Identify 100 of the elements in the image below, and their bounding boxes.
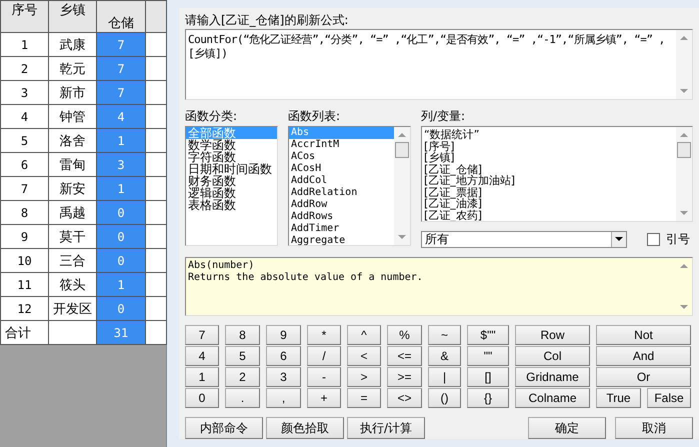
key-button[interactable]: , <box>266 388 301 408</box>
key-button[interactable]: * <box>307 325 341 345</box>
function-item[interactable]: AddRelation <box>289 187 394 200</box>
key-button[interactable]: >= <box>387 367 422 387</box>
dropdown-icon <box>615 237 623 242</box>
function-item[interactable]: AddTimer <box>289 223 394 236</box>
scroll-down-icon[interactable] <box>398 235 406 240</box>
key-button[interactable]: ^ <box>347 325 381 345</box>
key-button[interactable]: > <box>347 367 381 387</box>
key-button[interactable]: 9 <box>266 325 301 345</box>
table-cell: 2 <box>0 56 48 80</box>
variable-item[interactable]: [乙证_农药] <box>422 210 676 222</box>
key-button[interactable]: / <box>307 346 341 366</box>
function-list[interactable]: Abs AccrIntM ACos ACosH AddCol AddRelation AddRow AddRows AddTimer Aggregate <box>288 126 411 246</box>
table-cell: 9 <box>0 224 48 248</box>
key-button[interactable]: () <box>428 388 461 408</box>
table-cell: 1 <box>0 32 48 56</box>
dialog-button[interactable]: 确定 <box>528 417 606 439</box>
key-button[interactable]: Col <box>515 346 590 366</box>
key-button[interactable]: - <box>307 367 341 387</box>
category-list[interactable]: 全部函数 数学函数 字符函数 日期和时间函数 财务函数 逻辑函数 表格函数 <box>185 126 278 246</box>
key-button[interactable]: 5 <box>225 346 260 366</box>
table-cell: 7 <box>0 176 48 200</box>
function-item[interactable]: ACos <box>289 151 394 164</box>
scroll-thumb[interactable] <box>677 142 691 158</box>
scroll-up-icon[interactable] <box>680 35 688 40</box>
variable-item[interactable]: “数据统计” <box>422 129 676 141</box>
key-button[interactable]: 4 <box>185 346 219 366</box>
tool-button[interactable]: 颜色拾取 <box>266 417 344 439</box>
variable-item[interactable]: [乙证_票据] <box>422 186 676 198</box>
key-button[interactable]: . <box>225 388 260 408</box>
key-button[interactable]: <= <box>387 346 422 366</box>
function-item[interactable]: AddRow <box>289 199 394 212</box>
table-cell: 11 <box>0 272 48 296</box>
key-button[interactable]: 3 <box>266 367 301 387</box>
tool-button[interactable]: 执行/计算 <box>347 417 425 439</box>
category-item[interactable]: 数学函数 <box>186 139 277 152</box>
key-button[interactable]: Row <box>515 325 590 345</box>
variable-label: 列/变量: <box>421 108 466 124</box>
key-button[interactable]: < <box>347 346 381 366</box>
key-button[interactable]: 1 <box>185 367 219 387</box>
key-button[interactable]: & <box>428 346 461 366</box>
formula-field[interactable]: CountFor(“危化乙证经营”,“分类”, “=” ,“化工”,“是否有效”, “=” ,“-1”,“所属乡镇”, “=” ,[乡镇]) <box>185 29 693 100</box>
scroll-up-icon[interactable] <box>680 132 688 138</box>
key-button[interactable]: 6 <box>266 346 301 366</box>
variable-item[interactable]: [乙证_油漆] <box>422 198 676 210</box>
quote-checkbox[interactable] <box>647 233 660 246</box>
scroll-up-icon[interactable] <box>680 263 688 268</box>
function-item[interactable]: AddRows <box>289 211 394 224</box>
key-button[interactable]: <> <box>387 388 422 408</box>
key-button[interactable]: And <box>596 346 691 366</box>
key-button[interactable]: "" <box>467 346 509 366</box>
key-button[interactable]: Not <box>596 325 691 345</box>
scroll-down-icon[interactable] <box>680 211 688 216</box>
filter-dropdown[interactable]: 所有 <box>421 231 627 248</box>
key-button[interactable]: | <box>428 367 461 387</box>
function-item[interactable]: AccrIntM <box>289 139 394 152</box>
key-button[interactable]: Colname <box>515 388 590 408</box>
variable-item[interactable]: [序号] <box>422 140 676 152</box>
scroll-thumb[interactable] <box>395 142 409 158</box>
key-button[interactable]: = <box>347 388 381 408</box>
key-button[interactable]: + <box>307 388 341 408</box>
key-button[interactable]: [] <box>467 367 509 387</box>
key-button[interactable]: % <box>387 325 422 345</box>
table-cell: 乾元 <box>48 56 96 80</box>
key-button[interactable]: Or <box>596 367 691 387</box>
table-cell: 3 <box>96 152 146 176</box>
key-button[interactable]: Gridname <box>515 367 590 387</box>
scroll-up-icon[interactable] <box>398 132 406 138</box>
key-button[interactable]: 7 <box>185 325 219 345</box>
function-item[interactable]: AddCol <box>289 175 394 188</box>
variable-item[interactable]: [乡镇] <box>422 152 676 164</box>
key-button[interactable]: False <box>647 388 691 408</box>
key-button[interactable]: $"" <box>467 325 509 345</box>
function-item[interactable]: ACosH <box>289 163 394 176</box>
table-cell: 合计 <box>0 320 48 344</box>
key-button[interactable]: ~ <box>428 325 461 345</box>
key-button[interactable]: True <box>596 388 641 408</box>
scroll-down-icon[interactable] <box>680 305 688 310</box>
variable-item[interactable]: [乙证_仓储] <box>422 164 676 176</box>
category-item[interactable]: 表格函数 <box>186 199 277 212</box>
dialog-button[interactable]: 取消 <box>615 417 693 439</box>
table-cell: 雷甸 <box>48 152 96 176</box>
table-cell: 禹越 <box>48 200 96 224</box>
category-item[interactable]: 日期和时间函数 <box>186 163 277 176</box>
category-item[interactable]: 字符函数 <box>186 151 277 164</box>
function-item[interactable]: Aggregate <box>289 235 394 246</box>
variable-item[interactable]: [乙证_地方加油站] <box>422 175 676 187</box>
tool-button[interactable]: 内部命令 <box>185 417 263 439</box>
key-button[interactable]: {} <box>467 388 509 408</box>
variable-list[interactable]: “数据统计” [序号] [乡镇] [乙证_仓储] [乙证_地方加油站] [乙证_票据] [乙证_油漆] [乙证_农药] <box>421 126 693 222</box>
category-item[interactable]: 逻辑函数 <box>186 187 277 200</box>
scroll-down-icon[interactable] <box>680 89 688 94</box>
help-text: Returns the absolute value of a number. <box>188 272 424 284</box>
key-button[interactable]: 0 <box>185 388 219 408</box>
key-button[interactable]: 8 <box>225 325 260 345</box>
category-item[interactable]: 财务函数 <box>186 175 277 188</box>
table-cell: 6 <box>0 152 48 176</box>
table-cell: 武康 <box>48 32 96 56</box>
key-button[interactable]: 2 <box>225 367 260 387</box>
